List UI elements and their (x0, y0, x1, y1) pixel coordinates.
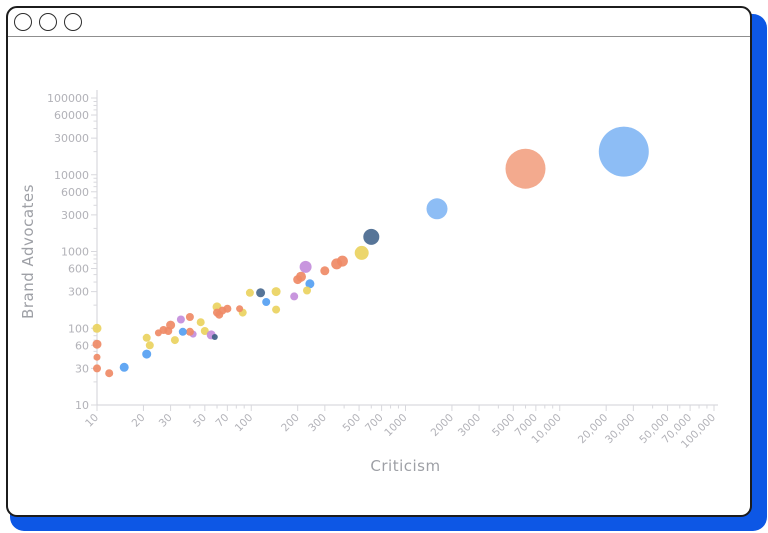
bubble[interactable] (262, 298, 271, 306)
bubble[interactable] (290, 292, 299, 301)
bubble[interactable] (105, 369, 114, 378)
bubble[interactable] (256, 288, 266, 298)
y-tick-label: 10000 (54, 169, 89, 182)
window-controls (14, 13, 82, 31)
bubble[interactable] (320, 266, 330, 276)
bubble[interactable] (272, 305, 281, 314)
bubble[interactable] (293, 275, 303, 285)
bubble[interactable] (245, 288, 254, 297)
x-tick-label: 100 (233, 412, 256, 435)
bubble[interactable] (93, 353, 101, 361)
bubble[interactable] (93, 364, 101, 373)
y-tick-label: 1000 (61, 246, 89, 259)
bubble[interactable] (178, 327, 187, 336)
x-tick-label: 200 (279, 412, 302, 435)
y-tick-label: 30 (75, 362, 89, 375)
bubble-series (92, 126, 649, 378)
x-tick-label: 500 (341, 412, 364, 435)
bubble[interactable] (154, 329, 162, 337)
bubble[interactable] (119, 362, 129, 372)
bubble[interactable] (271, 287, 281, 297)
window-titlebar (8, 8, 750, 37)
y-tick-label: 60000 (54, 109, 89, 122)
bubble[interactable] (236, 305, 244, 313)
bubble[interactable] (363, 228, 380, 245)
bubble[interactable] (354, 245, 369, 260)
x-tick-label: 70 (214, 412, 232, 430)
y-axis-title: Brand Advocates (19, 184, 37, 319)
y-tick-label: 300 (68, 286, 89, 299)
window-control-button-3[interactable] (64, 13, 82, 31)
bubble[interactable] (303, 286, 311, 295)
bubble[interactable] (215, 310, 224, 319)
x-tick-label: 1000 (382, 412, 409, 439)
bubble[interactable] (426, 198, 448, 220)
bubble[interactable] (145, 341, 154, 350)
window-control-button-1[interactable] (14, 13, 32, 31)
bubble[interactable] (185, 327, 194, 336)
bubble[interactable] (299, 260, 312, 273)
x-tick-label: 2000 (429, 412, 456, 439)
chart-area: 10 20 30 50 70 100 200 300 500 700 1000 2000 3000 500… (8, 43, 754, 513)
x-tick-label: 30,000 (603, 412, 637, 446)
bubble[interactable] (196, 318, 205, 327)
x-tick-label: 10 (83, 412, 101, 430)
bubble[interactable] (142, 333, 151, 342)
bubble[interactable] (505, 148, 546, 189)
bubble[interactable] (331, 258, 343, 270)
x-tick-label: 30 (157, 412, 175, 430)
bubble[interactable] (176, 315, 185, 324)
y-tick-label: 60 (75, 339, 89, 352)
x-tick-label: 300 (306, 412, 329, 435)
bubble[interactable] (170, 336, 179, 345)
bubble[interactable] (92, 323, 102, 333)
bubble[interactable] (164, 327, 173, 335)
window-control-button-2[interactable] (39, 13, 57, 31)
y-tick-label: 10 (75, 399, 89, 412)
bubble[interactable] (211, 334, 218, 340)
x-tick-label: 20 (130, 412, 148, 430)
bubble-chart: 10 20 30 50 70 100 200 300 500 7001000 2000 3000 500… (19, 90, 718, 475)
y-tick-label: 100 (68, 322, 89, 335)
y-tick-label: 3000 (61, 209, 89, 222)
y-tick-label: 100000 (47, 92, 89, 105)
y-tick-label: 600 (68, 263, 89, 276)
bubble[interactable] (92, 339, 102, 349)
y-tick-label: 6000 (61, 186, 89, 199)
x-tick-label: 3000 (456, 412, 483, 439)
x-tick-label: 50 (191, 412, 209, 430)
x-axis-title: Criticism (370, 457, 440, 475)
y-tick-label: 30000 (54, 132, 89, 145)
x-tick-label: 5000 (490, 412, 517, 439)
bubble[interactable] (598, 126, 649, 177)
page: 10 20 30 50 70 100 200 300 500 700 1000 2000 3000 500… (0, 0, 768, 533)
bubble[interactable] (185, 313, 194, 321)
bubble[interactable] (142, 349, 152, 359)
browser-window: 10 20 30 50 70 100 200 300 500 700 1000 2000 3000 500… (6, 6, 752, 517)
